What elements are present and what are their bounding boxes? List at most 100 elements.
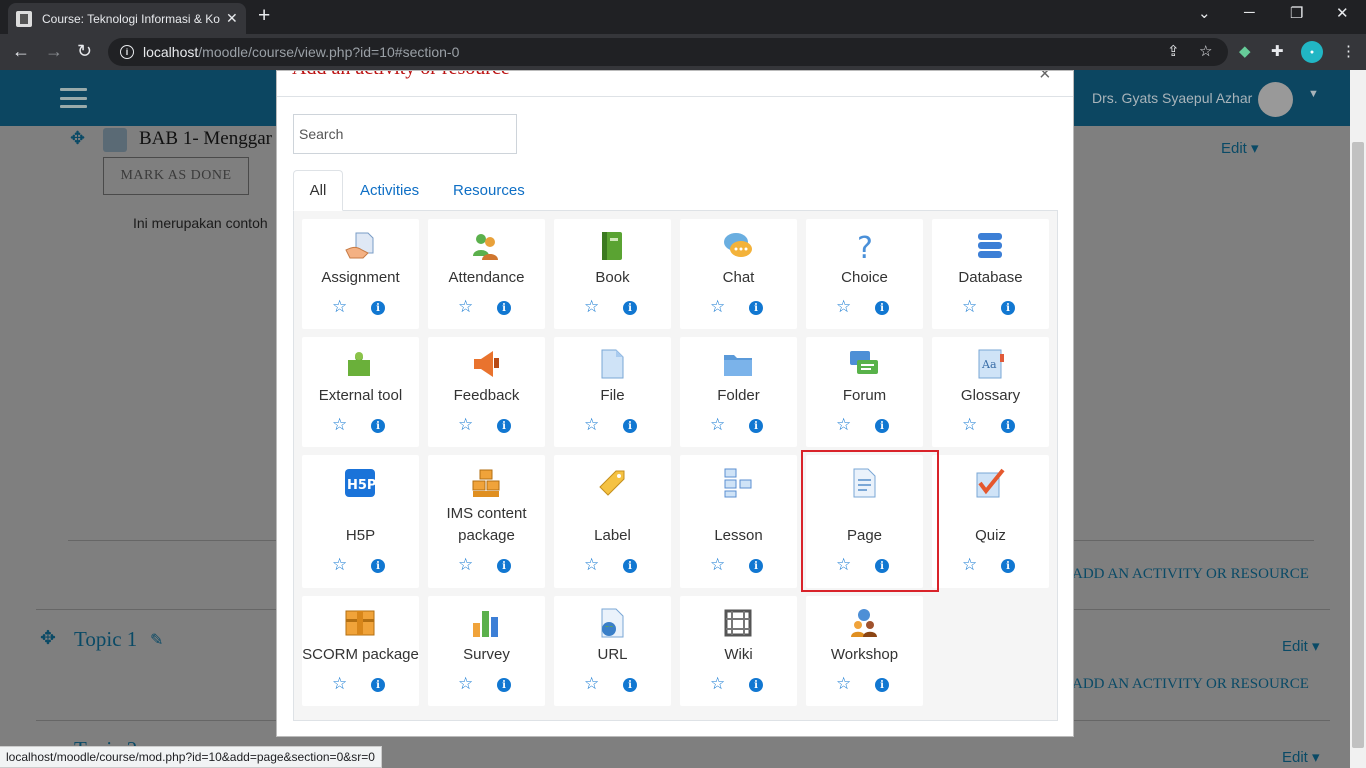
star-icon[interactable]: ☆ (962, 556, 977, 573)
user-avatar[interactable] (1258, 82, 1293, 117)
star-icon[interactable]: ☆ (332, 298, 347, 315)
window-close-icon[interactable]: ✕ (1336, 4, 1349, 22)
activity-item-external-tool[interactable]: External tool ☆ i (302, 337, 419, 447)
tab-all[interactable]: All (293, 170, 343, 211)
reload-icon[interactable]: ↻ (77, 41, 92, 61)
activity-item-assignment[interactable]: Assignment ☆ i (302, 219, 419, 329)
info-icon[interactable]: i (1001, 559, 1015, 573)
info-icon[interactable]: i (371, 419, 385, 433)
star-icon[interactable]: ☆ (710, 556, 725, 573)
info-icon[interactable]: i (497, 301, 511, 315)
user-name[interactable]: Drs. Gyats Syaepul Azhar (1092, 90, 1252, 106)
modal-close-icon[interactable]: × (1039, 71, 1051, 86)
scrollbar-thumb[interactable] (1352, 142, 1364, 748)
edit-pencil-icon[interactable]: ✎ (150, 630, 163, 650)
activity-item-chat[interactable]: Chat ☆ i (680, 219, 797, 329)
star-icon[interactable]: ☆ (584, 298, 599, 315)
move-icon[interactable]: ✥ (70, 128, 85, 149)
forward-arrow-icon[interactable]: → (45, 41, 63, 61)
move-icon[interactable]: ✥ (40, 627, 56, 650)
tab-close-icon[interactable]: ✕ (226, 10, 238, 27)
topic1-title[interactable]: Topic 1 (74, 627, 137, 652)
star-icon[interactable]: ☆ (710, 416, 725, 433)
activity-item-lesson[interactable]: Lesson ☆ i (680, 455, 797, 588)
info-icon[interactable]: i (623, 301, 637, 315)
info-icon[interactable]: i (875, 301, 889, 315)
edit-menu-2[interactable]: Edit ▾ (1282, 637, 1320, 655)
new-tab-icon[interactable]: + (258, 5, 270, 27)
activity-item-label[interactable]: Label ☆ i (554, 455, 671, 588)
restore-icon[interactable]: ❐ (1290, 4, 1303, 22)
tab-search-chevron-icon[interactable]: ⌄ (1198, 4, 1211, 22)
star-icon[interactable]: ☆ (458, 556, 473, 573)
activity-item-quiz[interactable]: Quiz ☆ i (932, 455, 1049, 588)
activity-item-file[interactable]: File ☆ i (554, 337, 671, 447)
star-icon[interactable]: ☆ (332, 416, 347, 433)
activity-item-wiki[interactable]: Wiki ☆ i (680, 596, 797, 706)
star-icon[interactable]: ☆ (584, 416, 599, 433)
activity-item-survey[interactable]: Survey ☆ i (428, 596, 545, 706)
info-icon[interactable]: i (749, 419, 763, 433)
star-icon[interactable]: ☆ (962, 416, 977, 433)
site-info-icon[interactable]: i (120, 45, 134, 59)
tab-resources[interactable]: Resources (453, 170, 525, 211)
hamburger-menu-icon[interactable] (60, 88, 87, 108)
star-icon[interactable]: ☆ (458, 298, 473, 315)
mark-as-done-button[interactable]: MARK AS DONE (103, 157, 249, 195)
info-icon[interactable]: i (1001, 301, 1015, 315)
activity-item-h5p[interactable]: H5P H5P ☆ i (302, 455, 419, 588)
star-icon[interactable]: ☆ (584, 675, 599, 692)
address-bar[interactable]: i localhost /moodle/course/view.php?id=1… (108, 38, 1228, 66)
activity-item-workshop[interactable]: Workshop ☆ i (806, 596, 923, 706)
share-icon[interactable]: ⇪ (1167, 42, 1180, 60)
star-icon[interactable]: ☆ (710, 675, 725, 692)
tab-activities[interactable]: Activities (360, 170, 419, 211)
activity-item-database[interactable]: Database ☆ i (932, 219, 1049, 329)
star-icon[interactable]: ☆ (962, 298, 977, 315)
star-icon[interactable]: ☆ (836, 298, 851, 315)
info-icon[interactable]: i (371, 301, 385, 315)
info-icon[interactable]: i (623, 678, 637, 692)
star-icon[interactable]: ☆ (332, 556, 347, 573)
info-icon[interactable]: i (371, 559, 385, 573)
user-menu-caret-icon[interactable]: ▼ (1308, 88, 1319, 100)
activity-item-url[interactable]: URL ☆ i (554, 596, 671, 706)
info-icon[interactable]: i (749, 301, 763, 315)
extension-globe-icon[interactable]: ◆ (1239, 42, 1251, 60)
star-icon[interactable]: ☆ (836, 416, 851, 433)
edit-menu-1[interactable]: Edit ▾ (1221, 139, 1259, 157)
activity-item-scorm-package[interactable]: SCORM package ☆ i (302, 596, 419, 706)
star-icon[interactable]: ☆ (584, 556, 599, 573)
activity-item-attendance[interactable]: Attendance ☆ i (428, 219, 545, 329)
activity-item-feedback[interactable]: Feedback ☆ i (428, 337, 545, 447)
activity-item-glossary[interactable]: Aa Glossary ☆ i (932, 337, 1049, 447)
info-icon[interactable]: i (875, 678, 889, 692)
info-icon[interactable]: i (749, 678, 763, 692)
info-icon[interactable]: i (497, 559, 511, 573)
back-arrow-icon[interactable]: ← (12, 41, 30, 61)
info-icon[interactable]: i (623, 419, 637, 433)
activity-item-book[interactable]: Book ☆ i (554, 219, 671, 329)
info-icon[interactable]: i (875, 419, 889, 433)
activity-item-ims-content-package[interactable]: IMS content package ☆ i (428, 455, 545, 588)
star-icon[interactable]: ☆ (836, 675, 851, 692)
star-icon[interactable]: ☆ (458, 416, 473, 433)
profile-avatar-icon[interactable]: ● (1301, 41, 1323, 63)
activity-item-folder[interactable]: Folder ☆ i (680, 337, 797, 447)
edit-menu-3[interactable]: Edit ▾ (1282, 748, 1320, 766)
info-icon[interactable]: i (749, 559, 763, 573)
extensions-puzzle-icon[interactable]: ✚ (1271, 42, 1284, 60)
browser-menu-icon[interactable]: ⋮ (1341, 42, 1356, 60)
search-input[interactable] (293, 114, 517, 154)
info-icon[interactable]: i (371, 678, 385, 692)
info-icon[interactable]: i (497, 678, 511, 692)
add-activity-link-2[interactable]: ADD AN ACTIVITY OR RESOURCE (1072, 676, 1309, 693)
bookmark-star-icon[interactable]: ☆ (1199, 42, 1212, 60)
browser-tab[interactable]: Course: Teknologi Informasi & Ko ✕ (8, 3, 246, 34)
info-icon[interactable]: i (623, 559, 637, 573)
info-icon[interactable]: i (497, 419, 511, 433)
info-icon[interactable]: i (1001, 419, 1015, 433)
add-activity-link-1[interactable]: ADD AN ACTIVITY OR RESOURCE (1072, 566, 1309, 583)
star-icon[interactable]: ☆ (332, 675, 347, 692)
star-icon[interactable]: ☆ (458, 675, 473, 692)
